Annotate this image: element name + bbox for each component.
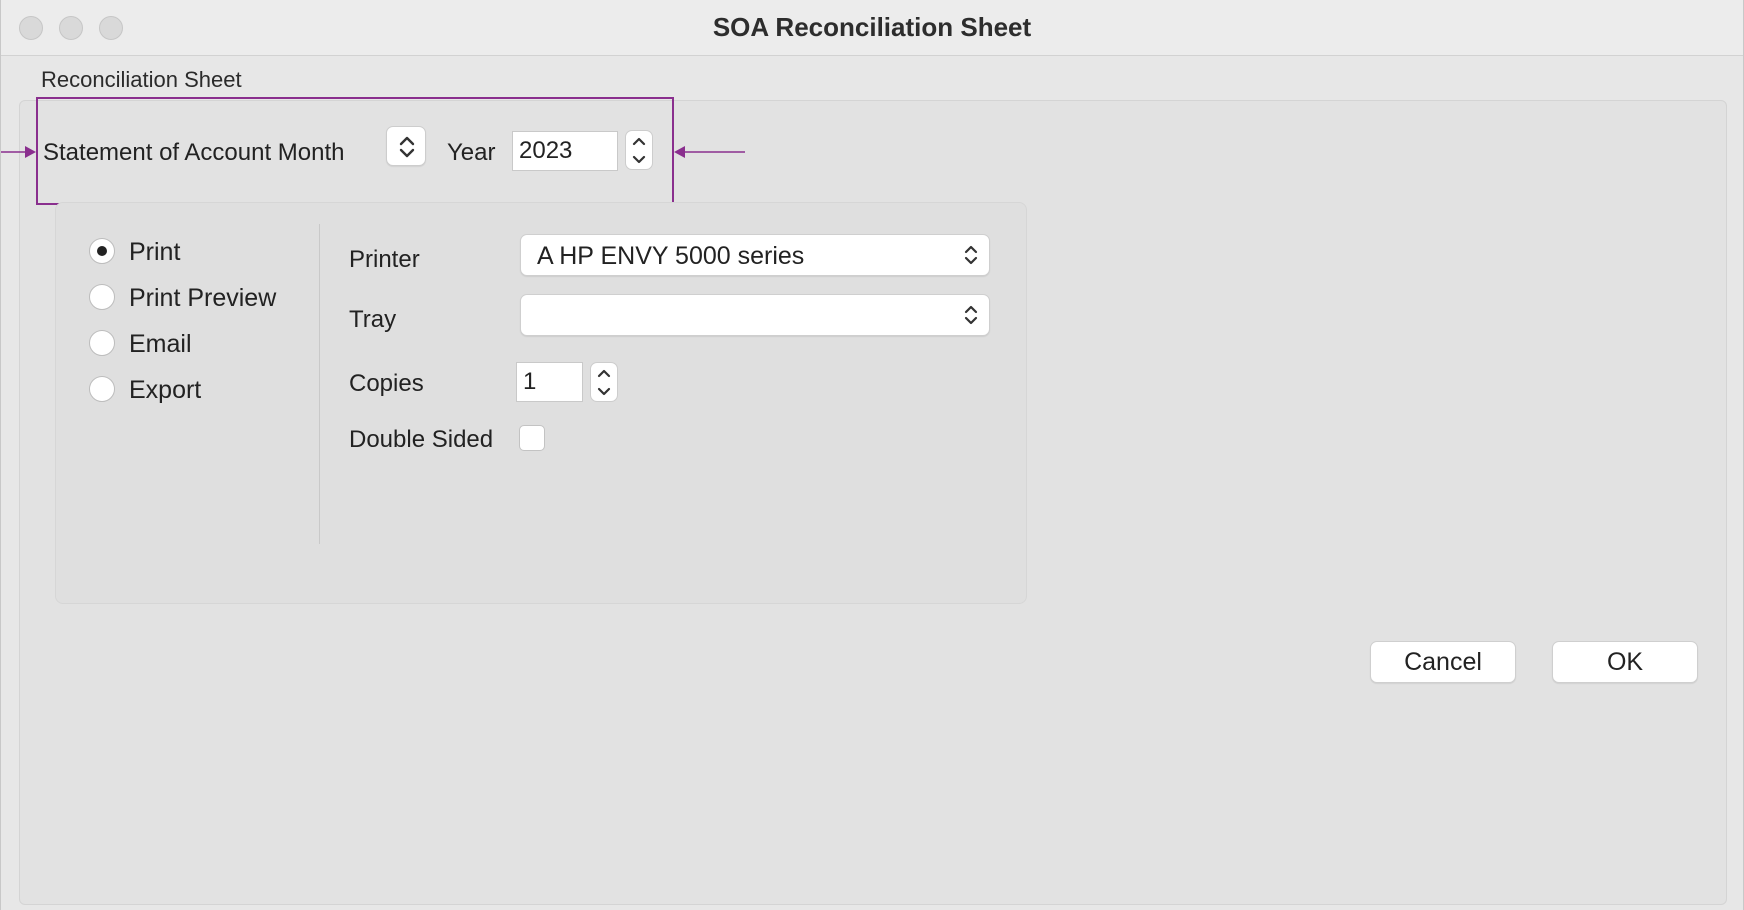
- annotation-arrow-left-icon: [674, 146, 745, 158]
- dialog-window: SOA Reconciliation Sheet Reconciliation …: [0, 0, 1744, 910]
- radio-email-label: Email: [129, 330, 192, 358]
- radio-print-label: Print: [129, 238, 181, 266]
- window-title: SOA Reconciliation Sheet: [712, 12, 1032, 42]
- printer-value: A HP ENVY 5000 series: [537, 242, 805, 270]
- tray-popup[interactable]: [520, 294, 990, 336]
- panel-divider: [319, 224, 320, 544]
- double-sided-checkbox[interactable]: [519, 425, 545, 451]
- title-bar: SOA Reconciliation Sheet: [1, 0, 1743, 56]
- radio-email[interactable]: [89, 330, 115, 356]
- printer-popup[interactable]: A HP ENVY 5000 series: [520, 234, 990, 276]
- annotation-highlight-box: [36, 97, 674, 205]
- chevron-down-icon: [597, 387, 611, 396]
- chevron-updown-icon: [964, 305, 978, 325]
- cancel-button[interactable]: Cancel: [1370, 641, 1516, 683]
- ok-button[interactable]: OK: [1552, 641, 1698, 683]
- radio-export-label: Export: [129, 376, 202, 404]
- tray-label: Tray: [349, 306, 397, 333]
- copies-field[interactable]: [516, 362, 583, 402]
- copies-decrement-button[interactable]: [591, 382, 617, 401]
- annotation-arrow-right-icon: [1, 146, 36, 158]
- radio-print-preview-label: Print Preview: [129, 284, 277, 312]
- printer-label: Printer: [349, 246, 420, 273]
- double-sided-label: Double Sided: [349, 426, 494, 453]
- group-label: Reconciliation Sheet: [41, 67, 242, 92]
- copies-label: Copies: [349, 370, 424, 397]
- radio-export[interactable]: [89, 376, 115, 402]
- chevron-updown-icon: [964, 245, 978, 265]
- radio-print-preview[interactable]: [89, 284, 115, 310]
- copies-stepper[interactable]: [590, 362, 618, 402]
- chevron-up-icon: [597, 369, 611, 378]
- radio-print[interactable]: [89, 238, 115, 264]
- copies-increment-button[interactable]: [591, 363, 617, 382]
